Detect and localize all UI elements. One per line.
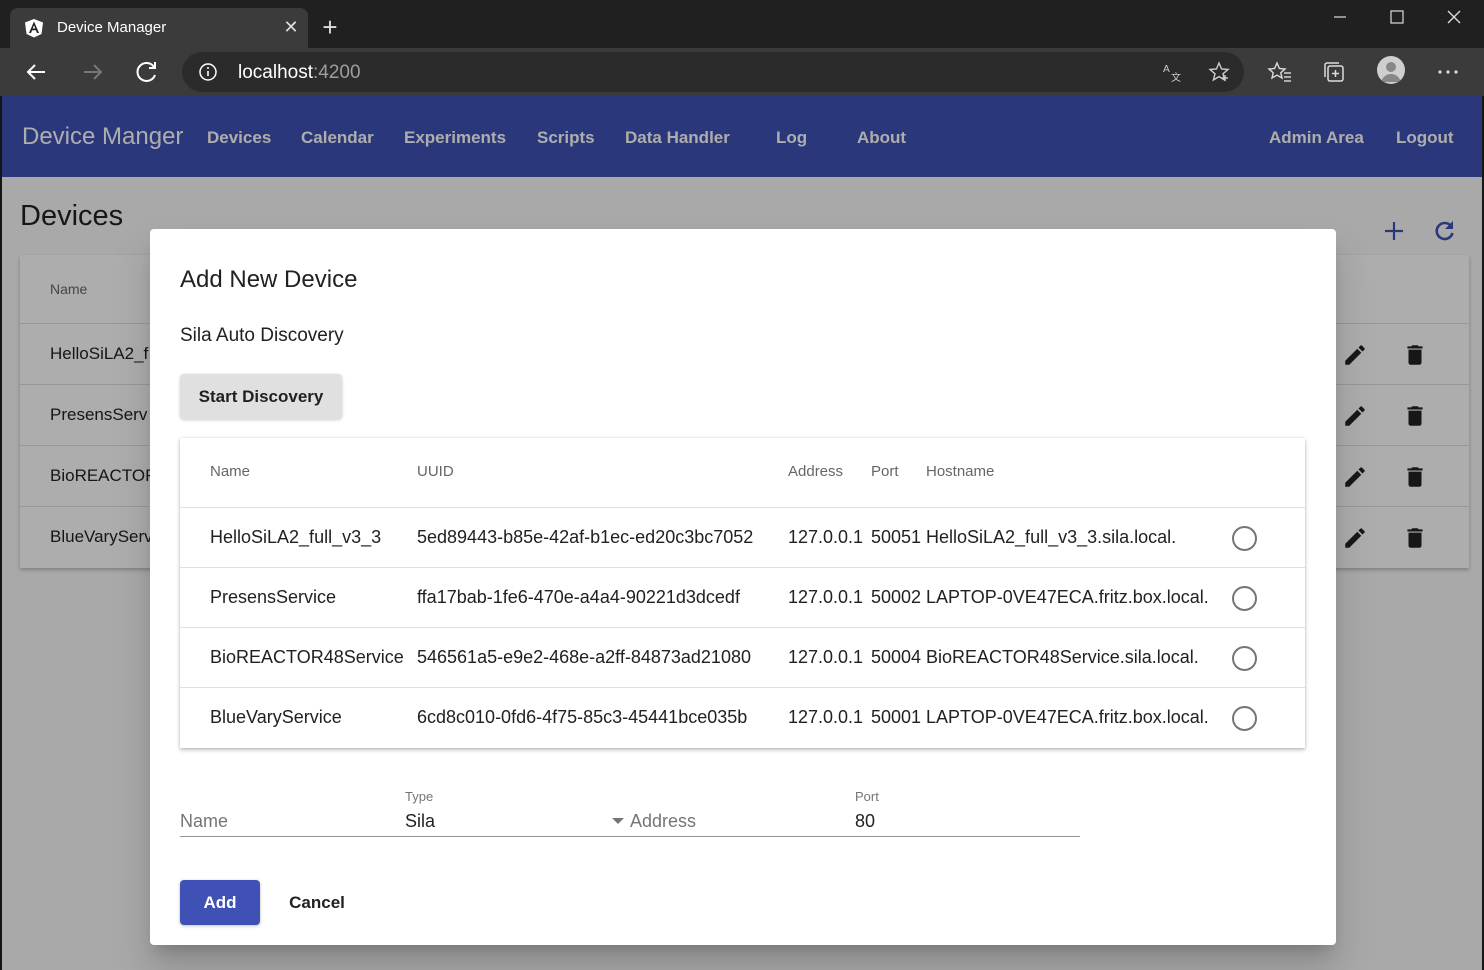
cell-hostname: BioREACTOR48Service.sila.local. — [926, 647, 1199, 667]
select-radio-button[interactable] — [1232, 646, 1257, 671]
cell-name: BlueVaryService — [210, 707, 342, 727]
cell-uuid: 546561a5-e9e2-468e-a2ff-84873ad21080 — [417, 647, 751, 667]
cell-hostname: LAPTOP-0VE47ECA.fritz.box.local. — [926, 587, 1209, 607]
url-port: :4200 — [313, 62, 361, 83]
cell-address: 127.0.0.1 — [788, 527, 864, 547]
cell-port: 50004 — [871, 647, 922, 667]
minimize-icon[interactable] — [1312, 0, 1368, 34]
url-host: localhost — [238, 62, 313, 83]
start-discovery-button[interactable]: Start Discovery — [180, 374, 342, 419]
column-header-hostname: Hostname — [926, 463, 995, 480]
device-form: Name Type Sila Address Port 80 — [180, 785, 1080, 841]
reload-icon[interactable] — [133, 58, 161, 86]
cell-address: 127.0.0.1 — [788, 707, 864, 727]
select-radio-button[interactable] — [1232, 586, 1257, 611]
svg-text:文: 文 — [1171, 71, 1181, 83]
info-icon[interactable] — [198, 62, 218, 82]
cell-uuid: ffa17bab-1fe6-470e-a4a4-90221d3dcedf — [417, 587, 740, 607]
table-row[interactable]: PresensService ffa17bab-1fe6-470e-a4a4-9… — [180, 568, 1305, 628]
add-device-dialog: Add New Device Sila Auto Discovery Start… — [150, 229, 1336, 945]
browser-tab-strip: Device Manager ✕ + — [0, 0, 1484, 48]
cell-hostname: LAPTOP-0VE47ECA.fritz.box.local. — [926, 707, 1209, 727]
form-underline — [180, 836, 1080, 837]
type-select[interactable]: Sila — [405, 811, 435, 832]
table-header: Name UUID Address Port Hostname — [180, 438, 1305, 508]
cell-port: 50051 — [871, 527, 922, 547]
cell-uuid: 5ed89443-b85e-42af-b1ec-ed20c3bc7052 — [417, 527, 754, 547]
star-icon[interactable] — [1208, 61, 1230, 83]
cell-uuid: 6cd8c010-0fd6-4f75-85c3-45441bce035b — [417, 707, 748, 727]
select-radio-button[interactable] — [1232, 526, 1257, 551]
dialog-title: Add New Device — [180, 266, 358, 293]
maximize-icon[interactable] — [1369, 0, 1425, 34]
window-close-icon[interactable] — [1426, 0, 1482, 34]
port-field[interactable]: 80 — [855, 811, 875, 832]
dropdown-arrow-icon[interactable] — [612, 818, 624, 824]
cell-name: HelloSiLA2_full_v3_3 — [210, 527, 382, 547]
tab-title: Device Manager — [57, 19, 167, 36]
dialog-subtitle: Sila Auto Discovery — [180, 325, 344, 346]
cell-hostname: HelloSiLA2_full_v3_3.sila.local. — [926, 527, 1177, 547]
forward-arrow-icon[interactable] — [78, 58, 106, 86]
cell-port: 50002 — [871, 587, 922, 607]
port-label: Port — [855, 789, 879, 804]
new-tab-plus-icon[interactable]: + — [316, 14, 344, 42]
profile-avatar-icon[interactable] — [1377, 56, 1405, 84]
collections-icon[interactable] — [1321, 58, 1349, 86]
discovery-table: Name UUID Address Port Hostname HelloSiL… — [180, 438, 1305, 748]
cancel-button[interactable]: Cancel — [272, 880, 362, 925]
url-text: localhost:4200 — [238, 62, 361, 84]
cell-address: 127.0.0.1 — [788, 587, 864, 607]
type-label: Type — [405, 789, 434, 804]
column-header-name: Name — [210, 463, 251, 480]
cell-name: BioREACTOR48Service — [210, 647, 404, 667]
column-header-address: Address — [788, 463, 844, 480]
cell-name: PresensService — [210, 587, 337, 607]
more-dots-icon[interactable] — [1434, 58, 1462, 86]
address-field[interactable]: Address — [630, 811, 696, 832]
svg-text:A: A — [1163, 64, 1170, 75]
add-button[interactable]: Add — [180, 880, 260, 925]
address-bar[interactable]: localhost:4200 A文 — [182, 52, 1244, 92]
cell-address: 127.0.0.1 — [788, 647, 864, 667]
column-header-port: Port — [871, 463, 899, 480]
name-field[interactable]: Name — [180, 811, 228, 832]
cell-port: 50001 — [871, 707, 922, 727]
favorites-icon[interactable] — [1266, 58, 1294, 86]
translate-icon[interactable]: A文 — [1162, 61, 1184, 83]
tab-close-icon[interactable]: ✕ — [280, 16, 302, 38]
table-row[interactable]: BioREACTOR48Service 546561a5-e9e2-468e-a… — [180, 628, 1305, 688]
column-header-uuid: UUID — [417, 463, 454, 480]
table-row[interactable]: BlueVaryService 6cd8c010-0fd6-4f75-85c3-… — [180, 688, 1305, 748]
angular-logo-icon — [25, 19, 43, 38]
browser-toolbar: localhost:4200 A文 — [0, 48, 1484, 96]
browser-tab[interactable]: Device Manager ✕ — [10, 8, 308, 48]
back-arrow-icon[interactable] — [23, 58, 51, 86]
select-radio-button[interactable] — [1232, 706, 1257, 731]
table-row[interactable]: HelloSiLA2_full_v3_3 5ed89443-b85e-42af-… — [180, 508, 1305, 568]
